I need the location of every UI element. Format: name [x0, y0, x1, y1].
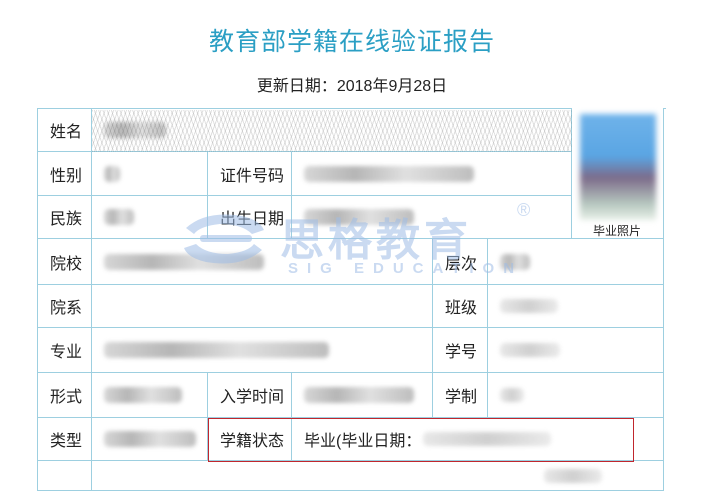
value-type [92, 418, 208, 461]
value-school [92, 239, 433, 285]
photo-cell: 毕业照片 [572, 108, 664, 239]
row-partial-value [92, 461, 664, 491]
value-department [92, 285, 433, 328]
value-level [488, 239, 664, 285]
label-form: 形式 [37, 373, 92, 418]
label-level: 层次 [433, 239, 488, 285]
label-enrollment-time: 入学时间 [208, 373, 292, 418]
report-title: 教育部学籍在线验证报告 [208, 28, 495, 56]
value-enrollment-time [292, 373, 433, 418]
row-partial-label [37, 461, 92, 491]
label-ethnicity: 民族 [37, 196, 92, 239]
label-status: 学籍状态 [208, 418, 292, 461]
redacted-name [104, 122, 166, 138]
value-status: 毕业(毕业日期： [292, 418, 664, 461]
redacted-birth-date [304, 209, 414, 225]
redacted-major [104, 342, 329, 358]
photo-label: 毕业照片 [592, 224, 641, 238]
value-form [92, 373, 208, 418]
value-duration [488, 373, 664, 418]
value-name [92, 108, 572, 152]
value-gender [92, 152, 208, 196]
value-major [92, 328, 433, 373]
label-student-id: 学号 [433, 328, 488, 373]
value-student-id [488, 328, 664, 373]
graduation-photo [580, 114, 656, 220]
label-department: 院系 [37, 285, 92, 328]
redacted-enrollment-time [304, 387, 414, 403]
label-class: 班级 [433, 285, 488, 328]
value-ethnicity [92, 196, 208, 239]
redacted-graduation-date [423, 432, 552, 446]
redacted-form [104, 387, 182, 403]
label-type: 类型 [37, 418, 92, 461]
label-major: 专业 [37, 328, 92, 373]
redacted-type [104, 431, 196, 447]
label-gender: 性别 [37, 152, 92, 196]
redacted-level [500, 253, 530, 270]
status-text: 毕业(毕业日期： [304, 433, 422, 450]
label-id-number: 证件号码 [208, 152, 292, 196]
label-school: 院校 [37, 239, 92, 285]
update-date: 更新日期：2018年9月28日 [256, 78, 448, 95]
label-duration: 学制 [433, 373, 488, 418]
value-id-number [292, 152, 572, 196]
redacted-duration [500, 388, 524, 402]
label-birth-date: 出生日期 [208, 196, 292, 239]
redacted-gender [104, 165, 120, 182]
redacted-footer-text [544, 468, 602, 483]
redacted-class [500, 299, 558, 313]
redacted-student-id [500, 343, 560, 357]
redacted-school [104, 253, 264, 270]
value-birth-date [292, 196, 572, 239]
redacted-ethnicity [104, 209, 134, 225]
value-class [488, 285, 664, 328]
label-name: 姓名 [37, 108, 92, 152]
redacted-id-number [304, 165, 474, 182]
